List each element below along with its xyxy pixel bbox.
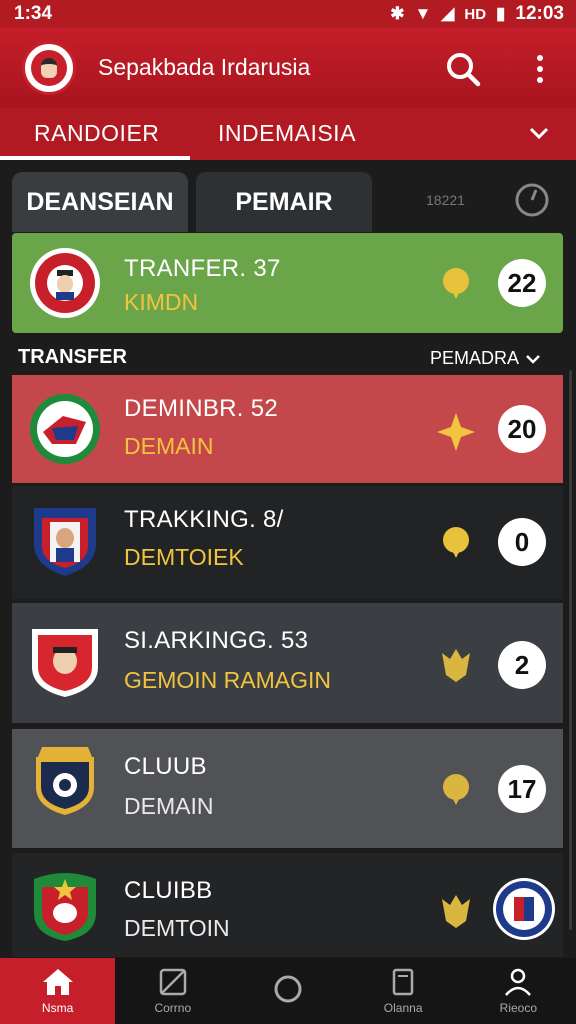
shield-icon[interactable] [438, 647, 474, 683]
status-icons: ✱ ▼ ◢ HD ▮ 12:03 [390, 3, 564, 25]
pin-icon[interactable] [438, 524, 474, 560]
tab-randoier[interactable]: RANDOIER [34, 120, 159, 147]
list-item[interactable]: DEMINBR. 52 DEMAIN 20 [12, 375, 563, 483]
search-button[interactable] [444, 50, 482, 88]
item-subtitle: GEMOIN RAMAGIN [124, 667, 332, 693]
pin-icon[interactable] [438, 265, 474, 301]
item-title: CLUUB [124, 753, 207, 780]
chevron-down-icon[interactable] [528, 122, 550, 144]
status-time-left: 1:34 [14, 3, 53, 24]
pin-icon[interactable] [438, 771, 474, 807]
highlight-card[interactable]: TRANFER. 37 KIMDN 22 [12, 233, 563, 333]
tab-bar: RANDOIER INDEMAISIA [0, 108, 576, 160]
item-subtitle: DEMAIN [124, 793, 214, 819]
item-title: TRAKKING. 8/ [124, 506, 284, 533]
nav-label: Corrno [154, 1001, 192, 1015]
segment-count: 18221 [426, 192, 465, 208]
club-crest-icon [34, 508, 96, 576]
nav-profile[interactable]: Rieoco [461, 958, 576, 1024]
list-item[interactable]: SI.ARKINGG. 53 GEMOIN RAMAGIN 2 [12, 603, 563, 723]
club-crest-icon [32, 629, 98, 697]
app-title: Sepakbada Irdarusia [98, 54, 311, 80]
item-subtitle: DEMTOIN [124, 915, 230, 941]
highlight-count: 22 [498, 259, 546, 307]
star-icon[interactable] [435, 411, 477, 453]
item-title: SI.ARKINGG. 53 [124, 627, 309, 654]
signal-icon: ◢ [441, 4, 455, 23]
item-subtitle: DEMAIN [124, 433, 214, 459]
nav-label: Nsma [41, 1001, 74, 1015]
clock-icon[interactable] [514, 182, 550, 218]
chevron-down-icon [526, 354, 540, 364]
network-label: HD [464, 5, 487, 23]
highlight-title: TRANFER. 37 [124, 255, 281, 282]
club-crest-icon [30, 248, 100, 318]
item-title: DEMINBR. 52 [124, 395, 279, 422]
item-count: 20 [498, 405, 546, 453]
list-item[interactable]: CLUIBB DEMTOIN [12, 853, 563, 957]
document-icon [392, 968, 414, 996]
profile-icon [505, 968, 532, 996]
nav-label: Rieoco [499, 1001, 538, 1015]
bottom-navigation: Nsma Corrno Olanna Rieoco [0, 958, 576, 1024]
list-item[interactable]: TRAKKING. 8/ DEMTOIEK 0 [12, 486, 563, 599]
club-crest-icon [30, 394, 100, 464]
nav-home[interactable]: Nsma [0, 958, 116, 1024]
wifi-icon: ▼ [414, 4, 432, 23]
app-logo [22, 41, 76, 95]
tab-indemaisia[interactable]: INDEMAISIA [218, 120, 356, 147]
club-badge-icon [493, 878, 555, 940]
list-item[interactable]: CLUUB DEMAIN 17 [12, 729, 563, 848]
club-crest-icon [34, 873, 96, 941]
status-bar: 1:34 ✱ ▼ ◢ HD ▮ 12:03 [0, 0, 576, 28]
item-count: 0 [498, 518, 546, 566]
more-options-button[interactable] [526, 50, 554, 88]
tab-indicator [0, 156, 190, 160]
app-bar: Sepakbada Irdarusia [0, 28, 576, 108]
club-crest-icon [36, 747, 94, 815]
bluetooth-icon: ✱ [390, 4, 405, 23]
shield-icon[interactable] [438, 893, 474, 929]
section-title: TRANSFER [18, 346, 127, 368]
search-icon [447, 53, 481, 87]
map-icon [159, 968, 187, 996]
highlight-subtitle: KIMDN [124, 289, 199, 315]
segment-deanseian[interactable]: DEANSEIAN [12, 172, 188, 232]
scrollbar[interactable] [569, 370, 572, 930]
sort-dropdown[interactable]: PEMADRA [430, 348, 541, 369]
circle-icon [274, 975, 302, 1003]
nav-label: Olanna [383, 1001, 423, 1015]
nav-corrno[interactable]: Corrno [115, 958, 230, 1024]
item-count: 2 [498, 641, 546, 689]
sort-label: PEMADRA [430, 348, 520, 368]
item-subtitle: DEMTOIEK [124, 544, 244, 570]
item-title: CLUIBB [124, 877, 213, 904]
nav-center[interactable] [230, 958, 345, 1024]
item-count: 17 [498, 765, 546, 813]
battery-icon: ▮ [496, 4, 506, 23]
home-icon [42, 969, 73, 995]
nav-olanna[interactable]: Olanna [346, 958, 461, 1024]
segment-pemair[interactable]: PEMAIR [196, 172, 372, 232]
status-time-right: 12:03 [515, 3, 564, 24]
